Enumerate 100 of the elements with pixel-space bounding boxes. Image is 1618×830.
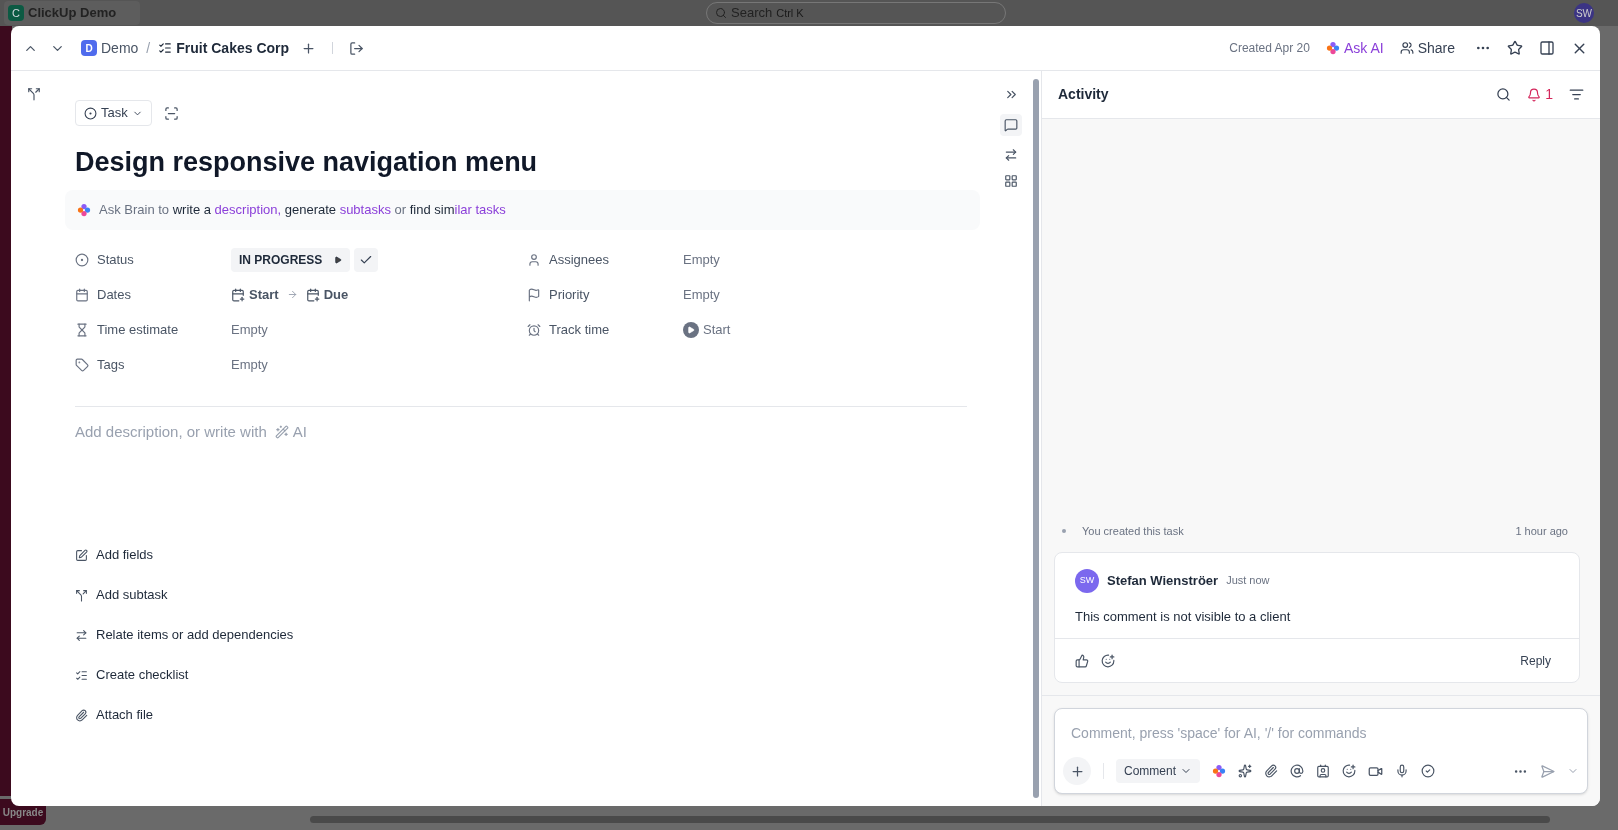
field-value[interactable]: Empty [683, 284, 720, 305]
subtask-icon[interactable] [27, 87, 41, 101]
filter-icon[interactable] [1569, 87, 1584, 102]
field-label: Status [97, 250, 134, 269]
action-item[interactable]: Add fields [75, 543, 154, 567]
search-icon [715, 7, 727, 19]
reaction-icon[interactable] [1101, 653, 1115, 668]
ai-flower-icon [1325, 41, 1340, 55]
comment-time: Just now [1226, 573, 1270, 589]
action-icon [75, 548, 88, 562]
ask-brain-prompt: Ask Brain to write a description, generate subtasks or find similar tasks [99, 201, 506, 220]
field-label: Tags [97, 355, 125, 374]
field-value[interactable]: Empty [231, 319, 268, 340]
action-icon [75, 668, 88, 682]
field-value[interactable]: Empty [231, 354, 268, 375]
action-icon [75, 628, 88, 642]
field-icon [75, 252, 89, 267]
add-icon[interactable] [301, 40, 317, 56]
action-item[interactable]: Attach file [75, 703, 154, 727]
attach-icon[interactable] [1264, 764, 1278, 778]
workspace-name: ClickUp Demo [28, 4, 117, 23]
play-icon [683, 321, 699, 338]
complete-button[interactable] [354, 247, 379, 272]
caret-icon [334, 255, 343, 264]
action-item[interactable]: Relate items or add dependencies [75, 623, 294, 647]
status-button[interactable]: IN PROGRESS [231, 247, 351, 272]
activity-title: Activity [1058, 85, 1109, 104]
like-icon[interactable] [1075, 653, 1089, 668]
comments-tab[interactable] [1000, 114, 1022, 136]
relations-icon[interactable] [1004, 148, 1018, 162]
apps-icon[interactable] [1004, 174, 1018, 188]
field-label: Priority [549, 285, 590, 304]
magic-wand-icon [274, 425, 289, 440]
ai-icon [1212, 764, 1226, 778]
action-item[interactable]: Add subtask [75, 583, 168, 607]
action-icon [75, 708, 88, 722]
comment-body: This comment is not visible to a client [1074, 607, 1292, 626]
action-icon [75, 588, 88, 602]
field-label: Track time [549, 320, 610, 339]
timer-button[interactable]: Start [683, 319, 731, 340]
field-icon [75, 357, 89, 372]
activity-event: You created this task [1082, 524, 1184, 539]
breadcrumb-link[interactable]: D Demo [81, 37, 139, 59]
search-icon[interactable] [1496, 87, 1512, 102]
microphone-icon[interactable] [1395, 764, 1409, 778]
field-icon [75, 322, 89, 337]
field-icon [527, 287, 541, 302]
star-icon[interactable] [1507, 40, 1523, 56]
people-icon [1399, 41, 1414, 55]
task-type-button[interactable]: Task [75, 100, 152, 126]
breadcrumb-separator: / [146, 38, 151, 58]
user-avatar[interactable]: SW [1574, 3, 1594, 23]
start-date-button[interactable]: Start [231, 284, 279, 305]
action-item[interactable]: Create checklist [75, 663, 189, 687]
event-time: 1 hour ago [1515, 524, 1568, 539]
ask-ai-button[interactable]: Ask AI [1325, 37, 1384, 59]
field-label: Dates [97, 285, 131, 304]
scrollbar[interactable] [1033, 79, 1039, 798]
search-shortcut: Ctrl K [776, 5, 804, 21]
comment-icon [1004, 118, 1018, 132]
bell-icon [1527, 87, 1542, 102]
comment-author: Stefan Wienströer [1107, 571, 1219, 590]
sparkle-icon[interactable] [1238, 764, 1252, 778]
brain-icon [77, 203, 91, 217]
field-value[interactable]: Empty [683, 249, 720, 270]
field-label: Assignees [549, 250, 609, 269]
checklist-icon [158, 41, 173, 55]
reply-button[interactable]: Reply [1520, 651, 1551, 670]
field-icon [527, 252, 541, 267]
comment-type-button[interactable]: Comment [1116, 759, 1200, 783]
share-button[interactable]: Share [1399, 37, 1455, 59]
panel-icon[interactable] [1539, 40, 1555, 56]
workspace-badge: C [8, 5, 24, 21]
task-check-icon[interactable] [1421, 764, 1435, 778]
plus-icon [1069, 763, 1085, 779]
notification-button[interactable]: 1 [1527, 84, 1553, 105]
circle-dot-icon [84, 106, 97, 120]
field-icon [75, 287, 89, 302]
comment-input[interactable]: Comment, press 'space' for AI, '/' for commands [1063, 723, 1579, 744]
move-out-icon[interactable] [349, 40, 365, 56]
author-avatar: SW [1075, 568, 1099, 593]
add-button[interactable] [1063, 757, 1091, 785]
due-date-button[interactable]: Due [305, 284, 349, 305]
ask-brain-bar[interactable]: Ask Brain to write a description, generate subtasks or find similar tasks [65, 190, 980, 230]
arrow-icon [286, 289, 298, 300]
task-title[interactable]: Design responsive navigation menu [75, 144, 991, 180]
field-label: Time estimate [97, 320, 179, 339]
calendar-plus-icon [231, 287, 245, 302]
breadcrumb-link[interactable]: Fruit Cakes Corp [158, 37, 290, 59]
contact-icon[interactable] [1316, 764, 1330, 778]
calendar-plus-icon [305, 287, 320, 302]
created-date: Created Apr 20 [1229, 40, 1310, 57]
comment-composer[interactable]: Comment, press 'space' for AI, '/' for commands Comment [1054, 708, 1588, 794]
scrollbar[interactable] [310, 816, 1550, 823]
field-icon [527, 322, 541, 337]
send-icon[interactable] [1540, 763, 1555, 779]
emoji-icon[interactable] [1342, 764, 1356, 778]
mention-icon[interactable] [1290, 764, 1304, 778]
task-id-icon[interactable] [163, 105, 179, 121]
workspace-switcher[interactable]: C ClickUp Demo [4, 1, 140, 25]
